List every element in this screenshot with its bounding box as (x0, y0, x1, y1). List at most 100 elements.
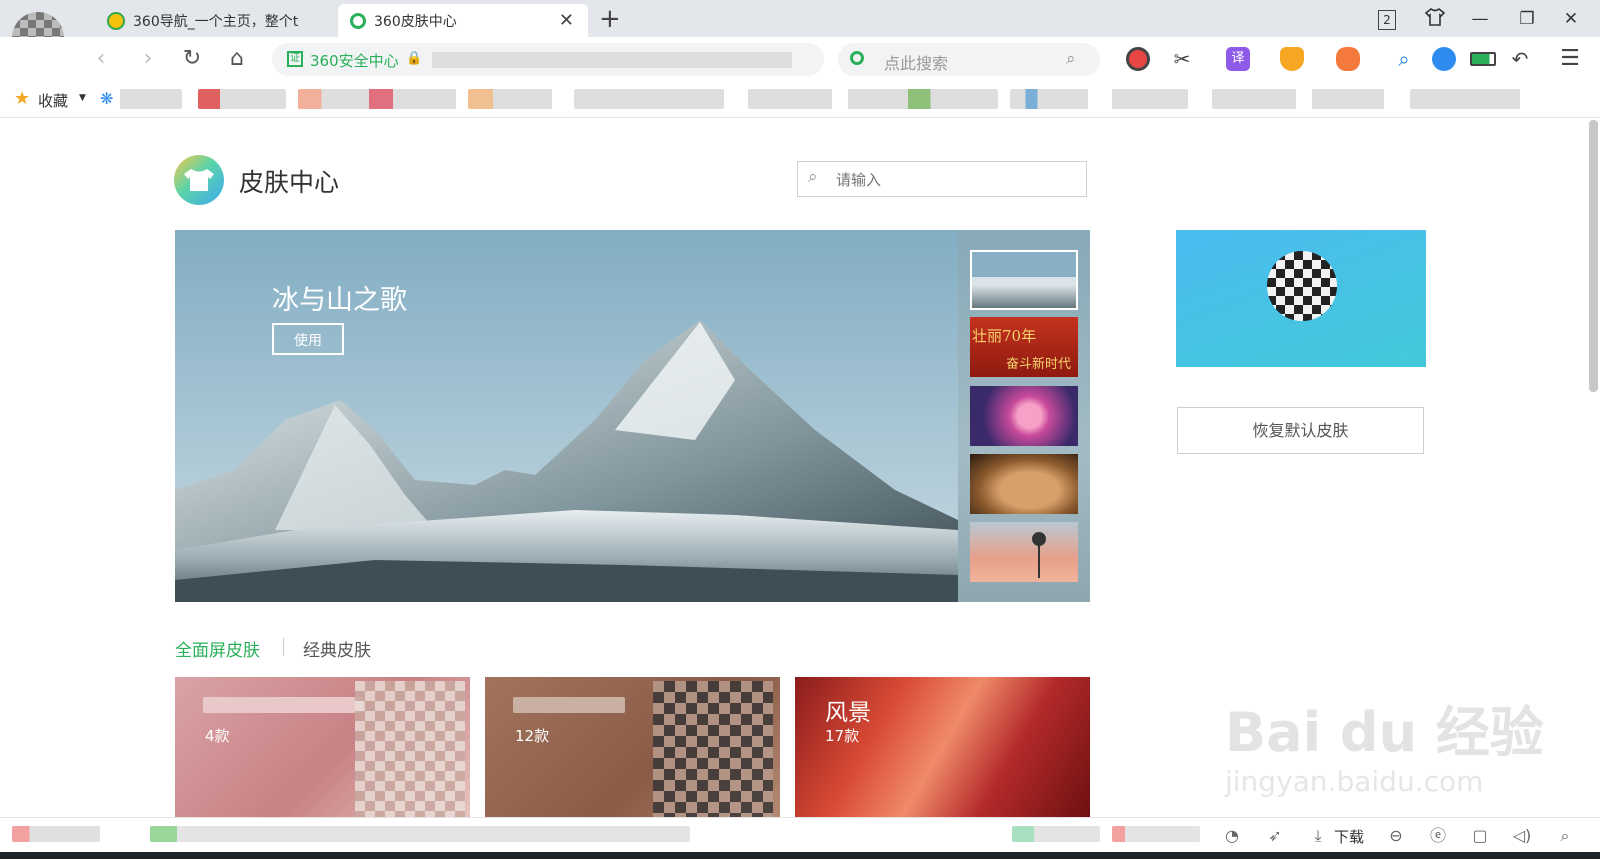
ad-block-icon[interactable] (1126, 47, 1150, 71)
taskbar-strip (0, 852, 1600, 859)
skin-search-input[interactable] (834, 168, 1078, 192)
featured-skin-name: 冰与山之歌 (272, 285, 407, 316)
search-icon: ⌕ (808, 167, 818, 187)
status-item[interactable] (150, 826, 690, 842)
status-item[interactable] (1012, 826, 1100, 842)
bookmark-item[interactable] (298, 89, 456, 109)
thumbnail-text: 壮丽70年 (972, 327, 1037, 345)
star-icon: ★ (14, 88, 31, 109)
search-icon[interactable]: ⌕ (1066, 49, 1076, 69)
back-icon[interactable]: ‹ (86, 44, 116, 74)
restore-icon[interactable]: ❐ (1514, 6, 1540, 32)
restore-default-skin-button[interactable]: 恢复默认皮肤 (1177, 407, 1424, 454)
skin-search-box[interactable]: ⌕ (797, 161, 1087, 197)
page-title: 皮肤中心 (239, 168, 340, 197)
certificate-icon: 证 (287, 51, 303, 67)
status-item[interactable] (1112, 826, 1200, 842)
bookmark-item[interactable] (748, 89, 832, 109)
menu-icon[interactable]: ☰ (1558, 47, 1582, 71)
magnifier-icon[interactable]: ⌕ (1392, 47, 1416, 71)
toolbar-search-box[interactable]: 点此搜索 ⌕ (838, 43, 1100, 76)
thumbnail-flower[interactable] (970, 386, 1078, 446)
url-text-redacted (432, 52, 792, 68)
undo-icon[interactable]: ↶ (1508, 47, 1532, 71)
window-close-icon[interactable]: ✕ (1558, 6, 1584, 32)
tab-label: 360导航_一个主页，整个t (133, 13, 299, 30)
watermark-url: jingyan.baidu.com (1225, 765, 1484, 798)
speed-icon[interactable]: ◔ (1222, 826, 1242, 846)
zoom-icon[interactable]: ⌕ (1555, 826, 1575, 846)
baidu-watermark: Bai du 经验 jingyan.baidu.com (1225, 688, 1544, 798)
thumbnail-dandelion[interactable] (970, 522, 1078, 582)
shield-coin-icon[interactable] (1280, 47, 1304, 71)
card-name: 风景 (825, 700, 871, 726)
360-logo-icon (107, 11, 125, 30)
refresh-icon[interactable]: ↻ (177, 44, 207, 74)
bookmark-item[interactable] (1010, 89, 1088, 109)
tab-skin-center[interactable]: 360皮肤中心 ✕ (338, 4, 588, 37)
bookmark-item[interactable] (198, 89, 286, 109)
game-icon[interactable] (1336, 47, 1360, 71)
bookmark-item[interactable] (848, 89, 998, 109)
tab-classic-skins[interactable]: 经典皮肤 (303, 636, 371, 661)
bookmark-item[interactable] (1312, 89, 1384, 109)
tab-count: 2 (1378, 10, 1396, 30)
download-icon[interactable]: ⤓ (1308, 826, 1328, 846)
battery-icon[interactable] (1470, 52, 1496, 66)
card-name-redacted (203, 697, 363, 713)
paw-icon[interactable]: ❋ (100, 89, 113, 108)
bookmark-item[interactable] (1410, 89, 1520, 109)
close-icon[interactable]: ✕ (559, 10, 574, 31)
search-engine-icon[interactable] (850, 51, 864, 65)
new-tab-plus-icon[interactable]: + (599, 4, 621, 34)
minimize-icon[interactable]: — (1467, 6, 1493, 32)
url-badge: 360安全中心 (310, 52, 399, 70)
bookmark-item[interactable] (120, 89, 182, 109)
card-count: 4款 (205, 727, 230, 745)
card-photo-redacted (653, 681, 773, 817)
tab-label: 360皮肤中心 (374, 13, 457, 30)
skin-category-card[interactable]: 12款 (485, 677, 780, 817)
window-icon[interactable]: ▢ (1470, 826, 1490, 846)
tab-360-navigation[interactable]: 360导航_一个主页，整个t (95, 4, 341, 37)
tab-divider (283, 638, 284, 656)
tab-count-icon[interactable]: 2 (1374, 6, 1400, 32)
thumbnail-70-years[interactable]: 壮丽70年 奋斗新时代 (970, 317, 1078, 377)
bookmark-item[interactable] (574, 89, 724, 109)
use-skin-button[interactable]: 使用 (272, 323, 344, 355)
apps-grid-icon[interactable] (1432, 47, 1456, 71)
bookmarks-dropdown-icon[interactable]: ▼ (79, 93, 86, 103)
rocket-icon[interactable]: ➶ (1265, 826, 1285, 846)
card-count: 17款 (825, 727, 860, 745)
translate-icon[interactable]: 译 (1226, 47, 1250, 71)
card-photo-redacted (355, 681, 465, 817)
ie-logo-icon (350, 12, 366, 29)
card-name-redacted (513, 697, 625, 713)
download-label[interactable]: 下载 (1334, 826, 1364, 847)
address-bar[interactable]: 证 360安全中心 🔒 (272, 43, 824, 76)
tab-fullscreen-skins[interactable]: 全面屏皮肤 (175, 636, 260, 661)
thumbnail-mountain[interactable] (970, 250, 1078, 310)
skin-category-card[interactable]: 4款 (175, 677, 470, 817)
scissors-icon[interactable]: ✂ (1170, 47, 1194, 71)
skin-category-card[interactable]: 风景 17款 (795, 677, 1090, 817)
skin-center-logo-icon (174, 155, 224, 205)
thumbnail-text: 奋斗新时代 (1006, 357, 1072, 372)
card-count: 12款 (515, 727, 550, 745)
ie-icon[interactable]: ⓔ (1428, 826, 1448, 846)
scrollbar-thumb[interactable] (1589, 120, 1598, 392)
bookmark-item[interactable] (1112, 89, 1188, 109)
bookmarks-label[interactable]: 收藏 (38, 90, 68, 111)
bookmark-item[interactable] (468, 89, 552, 109)
thumbnail-dog[interactable] (970, 454, 1078, 514)
avatar (1267, 251, 1337, 321)
watermark-brand: Bai du 经验 (1225, 701, 1544, 764)
status-item[interactable] (12, 826, 100, 842)
home-icon[interactable]: ⌂ (222, 44, 252, 74)
promo-card[interactable] (1176, 230, 1426, 367)
forward-icon[interactable]: › (133, 44, 163, 74)
tshirt-icon[interactable] (1422, 6, 1448, 32)
vr-icon[interactable]: ⊖ (1386, 826, 1406, 846)
volume-icon[interactable]: ◁) (1512, 826, 1532, 846)
bookmark-item[interactable] (1212, 89, 1296, 109)
